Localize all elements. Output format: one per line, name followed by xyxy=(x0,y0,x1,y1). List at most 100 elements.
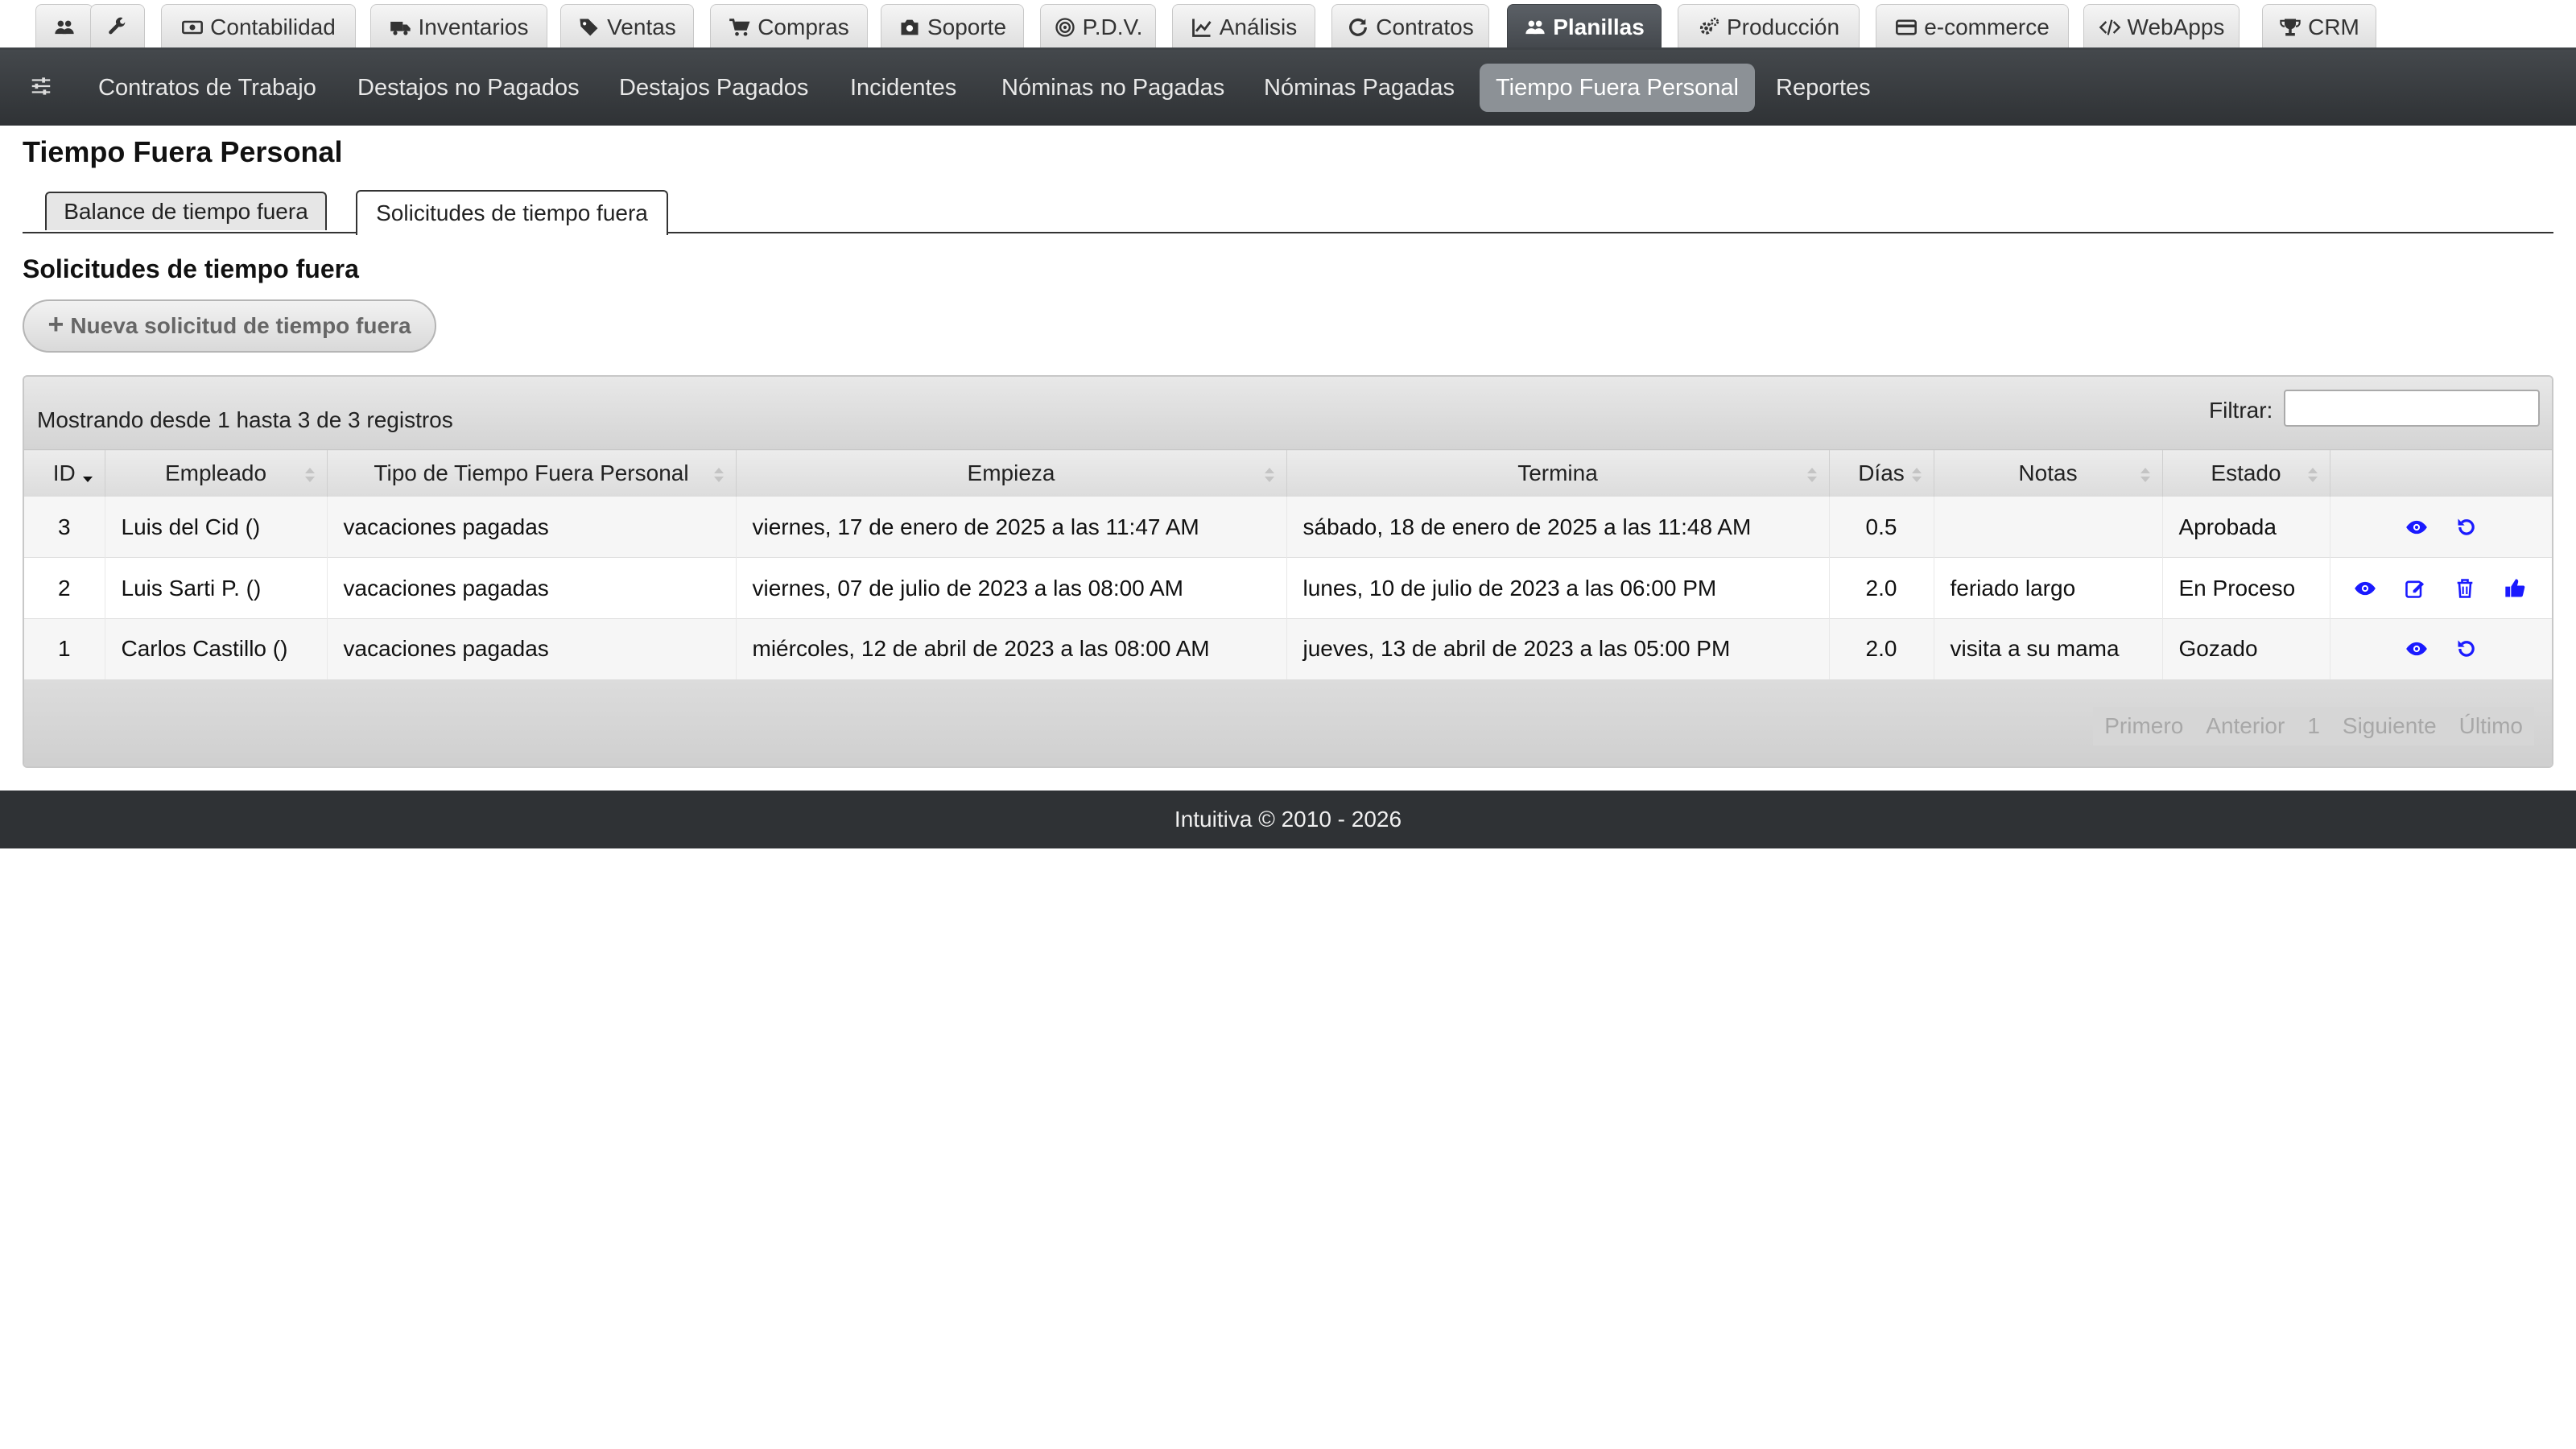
edit-icon[interactable] xyxy=(2404,577,2426,600)
tab-label: CRM xyxy=(2308,14,2359,39)
tab-ventas[interactable]: Ventas xyxy=(560,4,694,50)
tab-contratos[interactable]: Contratos xyxy=(1331,4,1489,50)
filter-input[interactable] xyxy=(2284,390,2540,427)
column-label: Tipo de Tiempo Fuera Personal xyxy=(374,460,689,485)
thumbs-up-icon[interactable] xyxy=(2504,577,2526,600)
cell-notas: visita a su mama xyxy=(1933,618,2162,681)
undo-icon[interactable] xyxy=(2455,516,2478,539)
tab-webapps[interactable]: WebApps xyxy=(2083,4,2240,50)
column-header-tipo[interactable]: Tipo de Tiempo Fuera Personal xyxy=(326,449,736,497)
cell-dias: 0.5 xyxy=(1828,496,1934,558)
nav-destajos-pagados[interactable]: Destajos Pagados xyxy=(603,64,824,112)
column-header-estado[interactable]: Estado xyxy=(2161,449,2330,497)
tab-inventarios[interactable]: Inventarios xyxy=(370,4,547,50)
cell-empieza: miércoles, 12 de abril de 2023 a las 08:… xyxy=(735,618,1286,681)
tab-label: Inventarios xyxy=(418,14,529,39)
tab-soporte[interactable]: Soporte xyxy=(881,4,1024,50)
cell-termina: sábado, 18 de enero de 2025 a las 11:48 … xyxy=(1286,496,1829,558)
column-header-empleado[interactable]: Empleado xyxy=(104,449,327,497)
page-footer: Intuitiva © 2010 - 2026 xyxy=(0,791,2576,848)
cell-actions xyxy=(2329,496,2552,558)
tab-label: Soporte xyxy=(927,14,1007,39)
tab-crm[interactable]: CRM xyxy=(2262,4,2376,50)
column-label: Empleado xyxy=(164,460,267,485)
tab-users[interactable] xyxy=(35,4,93,50)
column-header-id[interactable]: ID xyxy=(24,449,105,497)
chart-line-icon xyxy=(1191,19,1212,37)
tab-label: WebApps xyxy=(2127,14,2225,39)
column-label: Notas xyxy=(2018,460,2078,485)
tab-ecommerce[interactable]: e-commerce xyxy=(1876,4,2069,50)
cell-id: 1 xyxy=(24,618,105,681)
tab-analisis[interactable]: Análisis xyxy=(1172,4,1315,50)
column-label: ID xyxy=(52,460,76,485)
undo-icon[interactable] xyxy=(2455,638,2478,660)
nav-destajos-no-pagados[interactable]: Destajos no Pagados xyxy=(341,64,596,112)
column-header-actions xyxy=(2329,449,2552,497)
sort-icon xyxy=(2307,468,2318,482)
column-header-termina[interactable]: Termina xyxy=(1286,449,1829,497)
sort-desc-icon xyxy=(82,477,93,482)
trash-icon[interactable] xyxy=(2454,577,2476,600)
camera-icon xyxy=(901,19,919,35)
module-tabbar: Contabilidad Inventarios Ventas Compras … xyxy=(0,0,2576,50)
nav-tiempo-fuera-personal[interactable]: Tiempo Fuera Personal xyxy=(1480,64,1755,112)
tab-compras[interactable]: Compras xyxy=(710,4,868,50)
nav-nominas-pagadas[interactable]: Nóminas Pagadas xyxy=(1248,64,1471,112)
sliders-icon[interactable] xyxy=(29,74,53,98)
nav-incidentes[interactable]: Incidentes xyxy=(834,64,972,112)
cell-id: 3 xyxy=(24,496,105,558)
tab-balance-de-tiempo-fuera[interactable]: Balance de tiempo fuera xyxy=(45,192,327,230)
pagination-next[interactable]: Siguiente xyxy=(2330,707,2448,745)
eye-icon[interactable] xyxy=(2405,638,2428,660)
table-row: 3 Luis del Cid () vacaciones pagadas vie… xyxy=(24,496,2552,558)
cell-dias: 2.0 xyxy=(1828,618,1934,681)
truck-icon xyxy=(390,22,411,35)
pagination-previous[interactable]: Anterior xyxy=(2194,707,2297,745)
table-footer: Primero Anterior 1 Siguiente Último xyxy=(24,679,2552,766)
tab-pdv[interactable]: P.D.V. xyxy=(1040,4,1156,50)
nav-contratos-de-trabajo[interactable]: Contratos de Trabajo xyxy=(82,64,332,112)
sort-icon xyxy=(304,468,315,482)
cell-estado: Gozado xyxy=(2161,618,2330,681)
column-label: Empieza xyxy=(967,460,1055,485)
tab-label: Ventas xyxy=(607,14,676,39)
credit-card-icon xyxy=(1896,19,1918,35)
column-header-notas[interactable]: Notas xyxy=(1933,449,2162,497)
cell-actions xyxy=(2329,618,2552,681)
sort-icon xyxy=(1911,468,1922,482)
cell-notas: feriado largo xyxy=(1933,557,2162,619)
nav-reportes[interactable]: Reportes xyxy=(1760,64,1887,112)
column-header-empieza[interactable]: Empieza xyxy=(735,449,1286,497)
tab-contabilidad[interactable]: Contabilidad xyxy=(161,4,356,50)
cart-icon xyxy=(729,19,750,36)
tab-label: e-commerce xyxy=(1924,14,2050,39)
cell-empleado: Luis Sarti P. () xyxy=(104,557,327,619)
eye-icon[interactable] xyxy=(2354,577,2376,600)
tab-solicitudes-de-tiempo-fuera[interactable]: Solicitudes de tiempo fuera xyxy=(356,190,668,235)
sort-icon xyxy=(1264,468,1274,482)
tab-produccion[interactable]: Producción xyxy=(1678,4,1860,50)
tab-settings[interactable] xyxy=(90,4,145,50)
secondary-nav: Contratos de Trabajo Destajos no Pagados… xyxy=(0,50,2576,126)
cell-tipo: vacaciones pagadas xyxy=(326,557,736,619)
pagination-first[interactable]: Primero xyxy=(2093,707,2195,745)
column-header-dias[interactable]: Días xyxy=(1828,449,1934,497)
column-label: Estado xyxy=(2211,460,2281,485)
tab-planillas[interactable]: Planillas xyxy=(1507,4,1662,50)
pagination-last[interactable]: Último xyxy=(2447,707,2534,745)
table-row: 1 Carlos Castillo () vacaciones pagadas … xyxy=(24,618,2552,681)
tab-label: P.D.V. xyxy=(1082,14,1143,39)
tab-label: Planillas xyxy=(1553,14,1645,39)
new-request-label: Nueva solicitud de tiempo fuera xyxy=(70,313,411,338)
cell-estado: En Proceso xyxy=(2161,557,2330,619)
users-icon xyxy=(55,20,74,35)
nav-nominas-no-pagadas[interactable]: Nóminas no Pagadas xyxy=(985,64,1241,112)
users-icon xyxy=(1525,20,1545,35)
tab-label: Contratos xyxy=(1376,14,1474,39)
new-request-button[interactable]: + Nueva solicitud de tiempo fuera xyxy=(23,299,436,353)
pagination-page-1[interactable]: 1 xyxy=(2296,707,2331,745)
cell-empieza: viernes, 07 de julio de 2023 a las 08:00… xyxy=(735,557,1286,619)
records-info: Mostrando desde 1 hasta 3 de 3 registros xyxy=(37,407,453,432)
eye-icon[interactable] xyxy=(2405,516,2428,539)
